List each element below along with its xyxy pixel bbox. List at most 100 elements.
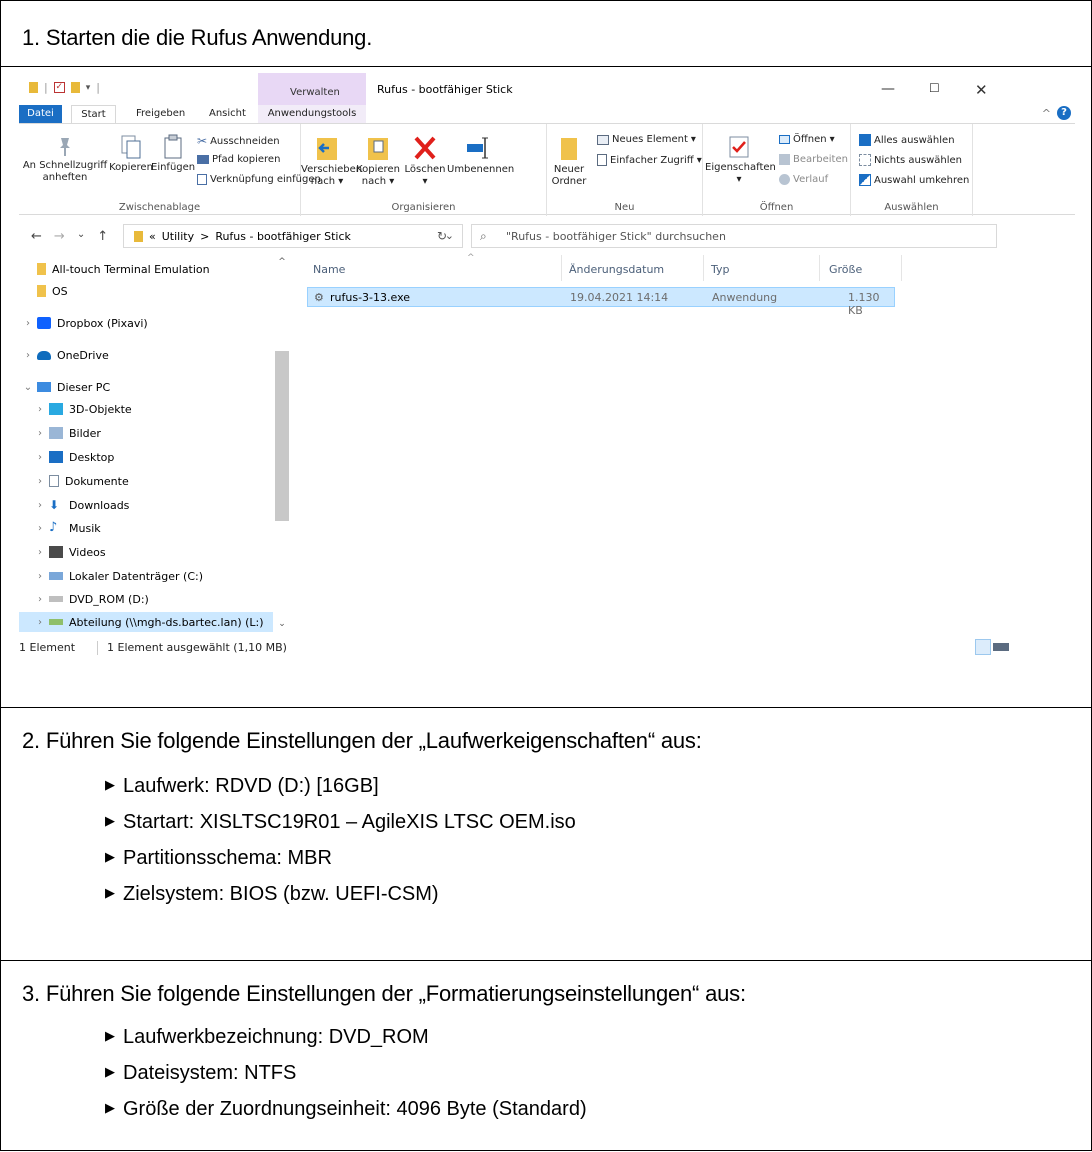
- new-folder-icon[interactable]: [70, 82, 80, 93]
- 3d-objects-icon: [49, 403, 63, 415]
- scroll-down-icon: ⌄: [278, 619, 286, 629]
- bullet-triangle-icon: ▶: [105, 1064, 115, 1079]
- minimize-icon[interactable]: —: [881, 81, 895, 97]
- invert-selection-button[interactable]: Auswahl umkehren: [859, 174, 969, 186]
- list-item: ▶ Startart: XISLTSC19R01 – AgileXIS LTSC …: [105, 810, 576, 833]
- nav-item-musik[interactable]: › ♪ Musik: [19, 518, 279, 538]
- dvd-drive-icon: [49, 596, 63, 602]
- nav-item-bilder[interactable]: › Bilder: [19, 423, 279, 443]
- tab-freigeben[interactable]: Freigeben: [136, 108, 185, 119]
- paste-button[interactable]: Einfügen: [151, 134, 195, 174]
- properties-check-icon: [729, 136, 749, 158]
- step3-bullet-list: ▶ Laufwerkbezeichnung: DVD_ROM ▶ Dateisyst…: [105, 1019, 587, 1127]
- pin-quick-access-button[interactable]: An Schnellzugriff anheften: [21, 136, 109, 184]
- properties-check-icon[interactable]: ✓: [53, 82, 65, 93]
- column-name[interactable]: Name: [313, 263, 345, 276]
- nav-item-dokumente[interactable]: › Dokumente: [19, 471, 279, 491]
- navigation-bar: ← → ⌄ ↑ « Utility > Rufus - bootfähiger …: [19, 221, 1075, 251]
- history-button[interactable]: Verlauf: [779, 174, 828, 185]
- nav-item-dropbox[interactable]: › Dropbox (Pixavi): [19, 313, 279, 333]
- nav-item-videos[interactable]: › Videos: [19, 542, 279, 562]
- nav-item-dieser-pc[interactable]: ⌄ Dieser PC: [19, 377, 279, 397]
- nav-item-all-touch[interactable]: All-touch Terminal Emulation: [19, 259, 279, 279]
- refresh-icon[interactable]: ↻: [437, 229, 447, 243]
- list-item: ▶ Zielsystem: BIOS (bzw. UEFI-CSM): [105, 882, 439, 905]
- list-item: ▶ Größe der Zuordnungseinheit: 4096 Byte …: [105, 1097, 587, 1120]
- rename-button[interactable]: Umbenennen: [447, 134, 514, 176]
- forward-arrow-icon[interactable]: →: [54, 229, 65, 244]
- invert-selection-icon: [859, 174, 871, 186]
- help-icon[interactable]: ?: [1057, 106, 1071, 120]
- select-all-button[interactable]: Alles auswählen: [859, 134, 955, 146]
- properties-button[interactable]: Eigenschaften ▾: [705, 134, 776, 186]
- tab-anwendungstools[interactable]: Anwendungstools: [258, 105, 366, 123]
- edit-button[interactable]: Bearbeiten: [779, 154, 848, 165]
- step2-title: 2. Führen Sie folgende Einstellungen der…: [22, 728, 702, 753]
- large-icons-view-icon[interactable]: [993, 639, 1009, 655]
- path-icon: [197, 155, 209, 164]
- recent-locations-chevron-icon[interactable]: ⌄: [77, 229, 85, 244]
- title-bar: | ✓ ▾ | Verwalten Rufus - bootfähiger St…: [19, 73, 1075, 105]
- copy-path-button[interactable]: Pfad kopieren: [197, 154, 280, 165]
- maximize-icon[interactable]: ☐: [929, 81, 940, 95]
- nav-item-3d-objekte[interactable]: › 3D-Objekte: [19, 399, 279, 419]
- new-item-icon: [597, 134, 609, 145]
- select-none-button[interactable]: Nichts auswählen: [859, 154, 962, 166]
- breadcrumb-utility[interactable]: Utility: [162, 230, 194, 243]
- nav-item-dvd-rom[interactable]: › DVD_ROM (D:): [19, 589, 279, 609]
- delete-button[interactable]: Löschen ▾: [403, 134, 447, 188]
- tab-start[interactable]: Start: [71, 105, 116, 123]
- step1-title: 1. Starten die die Rufus Anwendung.: [22, 25, 373, 50]
- breadcrumb-rufus[interactable]: Rufus - bootfähiger Stick: [215, 230, 351, 243]
- copy-to-button[interactable]: Kopieren nach ▾: [355, 134, 401, 188]
- tab-datei[interactable]: Datei: [19, 105, 62, 123]
- pin-icon: [60, 138, 70, 156]
- column-type[interactable]: Typ: [711, 263, 730, 276]
- bullet-triangle-icon: ▶: [105, 813, 115, 828]
- copy-icon: [121, 135, 141, 159]
- navigation-pane: All-touch Terminal Emulation OS › Dropbo…: [19, 255, 291, 637]
- folder-icon: [37, 263, 46, 275]
- qa-dropdown-icon[interactable]: ▾: [86, 83, 91, 93]
- tab-ansicht[interactable]: Ansicht: [209, 108, 246, 119]
- manage-context-tab[interactable]: Verwalten: [258, 73, 366, 105]
- new-item-button[interactable]: Neues Element ▾: [597, 134, 696, 145]
- folder-icon: [134, 231, 143, 242]
- nav-item-downloads[interactable]: › ⬇ Downloads: [19, 495, 279, 515]
- cut-button[interactable]: ✂ Ausschneiden: [197, 134, 280, 148]
- nav-item-desktop[interactable]: › Desktop: [19, 447, 279, 467]
- group-organisieren: Verschieben nach ▾ Kopieren nach ▾ Lösch…: [301, 124, 547, 216]
- instruction-document: 1. Starten die die Rufus Anwendung. | ✓ …: [0, 0, 1092, 1151]
- search-icon: ⌕: [480, 229, 487, 243]
- network-drive-icon: [49, 619, 63, 625]
- file-row[interactable]: ⚙ rufus-3-13.exe 19.04.2021 14:14 Anwend…: [307, 287, 895, 317]
- column-size[interactable]: Größe: [829, 263, 862, 276]
- nav-item-os[interactable]: OS: [19, 281, 279, 301]
- nav-item-abteilung[interactable]: › Abteilung (\\mgh-ds.bartec.lan) (L:): [19, 612, 273, 632]
- scrollbar-thumb[interactable]: [275, 351, 289, 521]
- breadcrumb-separator: >: [200, 230, 210, 243]
- group-label-organisieren: Organisieren: [391, 202, 456, 213]
- nav-scrollbar[interactable]: ^ ⌄: [275, 255, 289, 637]
- easy-access-icon: [597, 154, 607, 166]
- ribbon-collapse-icon[interactable]: ^: [1042, 107, 1051, 120]
- back-arrow-icon[interactable]: ←: [31, 229, 42, 244]
- copy-button[interactable]: Kopieren: [107, 134, 155, 174]
- nav-item-lokaler-datentraeger[interactable]: › Lokaler Datenträger (C:): [19, 566, 279, 586]
- move-to-button[interactable]: Verschieben nach ▾: [301, 134, 362, 188]
- download-arrow-icon: ⬇: [49, 498, 60, 512]
- easy-access-button[interactable]: Einfacher Zugriff ▾: [597, 154, 702, 166]
- column-date[interactable]: Änderungsdatum: [569, 263, 664, 276]
- open-button[interactable]: Öffnen ▾: [779, 134, 835, 145]
- quick-access-toolbar: | ✓ ▾ |: [29, 81, 100, 94]
- details-view-icon[interactable]: [975, 639, 991, 655]
- video-film-icon: [49, 546, 63, 558]
- new-folder-button[interactable]: Neuer Ordner: [549, 134, 589, 188]
- address-overflow[interactable]: «: [149, 230, 156, 243]
- search-input[interactable]: ⌕ "Rufus - bootfähiger Stick" durchsuche…: [471, 224, 997, 248]
- close-icon[interactable]: ✕: [975, 81, 988, 99]
- address-bar[interactable]: « Utility > Rufus - bootfähiger Stick ⌄: [123, 224, 463, 248]
- nav-item-onedrive[interactable]: › OneDrive: [19, 345, 279, 365]
- group-label-zwischenablage: Zwischenablage: [118, 202, 201, 213]
- up-arrow-icon[interactable]: ↑: [97, 229, 108, 244]
